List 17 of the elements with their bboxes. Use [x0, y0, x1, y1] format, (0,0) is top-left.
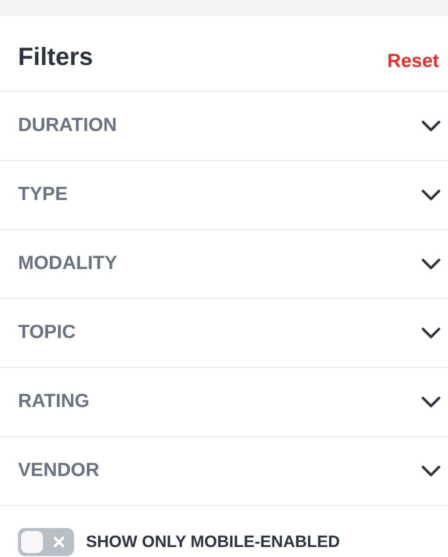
filter-section-header[interactable]: TOPIC	[0, 299, 448, 368]
filter-section-header[interactable]: TYPE	[0, 161, 448, 230]
filter-section-header[interactable]: VENDOR	[0, 437, 448, 506]
chevron-down-icon	[421, 327, 441, 339]
chevron-down-icon	[421, 396, 441, 408]
chevron-down-icon	[421, 258, 441, 270]
filter-section-header[interactable]: DURATION	[0, 92, 448, 161]
filter-section-header[interactable]: RATING	[0, 368, 448, 437]
reset-link[interactable]: Reset	[387, 50, 439, 72]
chevron-down-icon	[421, 465, 441, 477]
chevron-down-icon	[421, 189, 441, 201]
chevron-down-icon	[421, 120, 441, 132]
filter-section-header[interactable]: MODALITY	[0, 230, 448, 299]
toggle-switch[interactable]	[18, 528, 74, 556]
toggle-label: SHOW ONLY MOBILE-ENABLED	[86, 532, 340, 552]
close-icon	[53, 536, 65, 548]
panel-title: Filters	[18, 42, 94, 72]
